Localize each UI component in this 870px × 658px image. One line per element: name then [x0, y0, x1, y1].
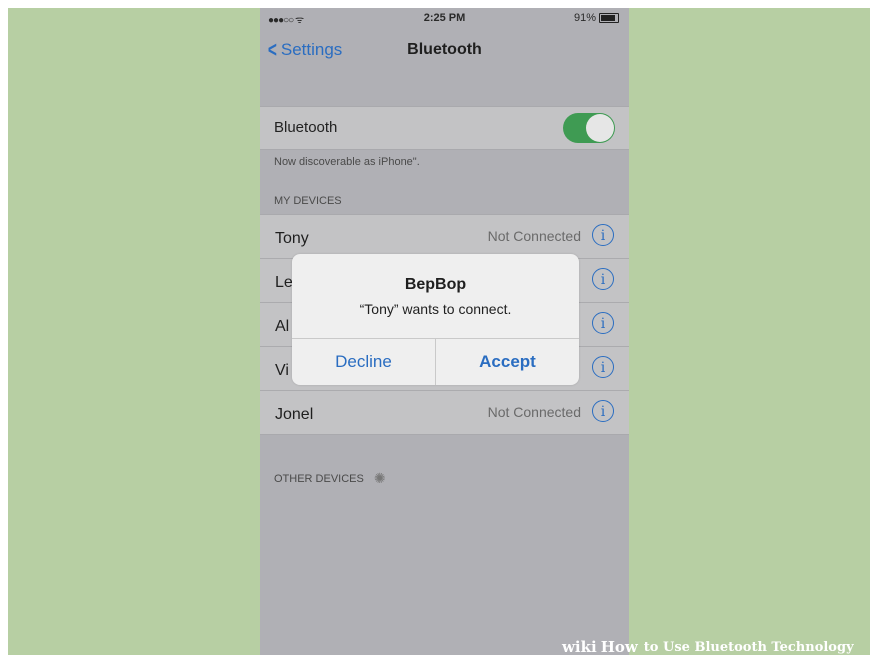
bluetooth-row: Bluetooth: [260, 106, 629, 150]
battery-icon: [599, 13, 619, 23]
device-row-jonel[interactable]: Jonel Not Connected i: [260, 391, 629, 434]
loading-spinner-icon: ✺: [373, 470, 386, 486]
device-status: Not Connected: [487, 404, 581, 420]
other-devices-header: OTHER DEVICES ✺: [274, 470, 386, 487]
info-icon[interactable]: i: [592, 400, 614, 422]
discoverable-text: Now discoverable as iPhone".: [274, 156, 420, 168]
alert-title: BepBop: [404, 276, 467, 293]
page-title: Bluetooth: [407, 41, 482, 58]
battery-percent: 91%: [573, 12, 596, 24]
battery-indicator: 91%: [574, 12, 619, 24]
device-name: Vi: [275, 362, 289, 379]
bluetooth-toggle[interactable]: [563, 113, 615, 143]
watermark-text: to Use Bluetooth Technology: [643, 639, 854, 655]
device-name: Jonel: [275, 406, 314, 423]
status-bar: ●●●○○ ᯤ 2:25 PM 91%: [260, 8, 629, 30]
bluetooth-label: Bluetooth: [274, 119, 338, 136]
device-name: Al: [275, 318, 290, 335]
my-devices-header: MY DEVICES: [274, 195, 342, 207]
info-icon[interactable]: i: [592, 312, 614, 334]
alert-message: “Tony” wants to connect.: [359, 301, 512, 317]
watermark-wiki: wiki: [562, 638, 597, 656]
accept-button[interactable]: Accept: [436, 339, 579, 385]
device-row-tony[interactable]: Tony Not Connected i: [260, 215, 629, 259]
connect-alert-dialog: BepBop “Tony” wants to connect. Decline …: [292, 254, 579, 385]
device-name: Le: [275, 274, 293, 291]
device-status: Not Connected: [487, 228, 581, 244]
watermark-how: How: [600, 638, 638, 656]
nav-bar: < Settings Bluetooth: [260, 30, 629, 72]
other-devices-label: OTHER DEVICES: [274, 472, 364, 485]
info-icon[interactable]: i: [592, 224, 614, 246]
decline-button[interactable]: Decline: [292, 339, 435, 385]
info-icon[interactable]: i: [592, 356, 614, 378]
device-name: Tony: [275, 230, 309, 247]
info-icon[interactable]: i: [592, 268, 614, 290]
toggle-knob: [586, 114, 614, 142]
